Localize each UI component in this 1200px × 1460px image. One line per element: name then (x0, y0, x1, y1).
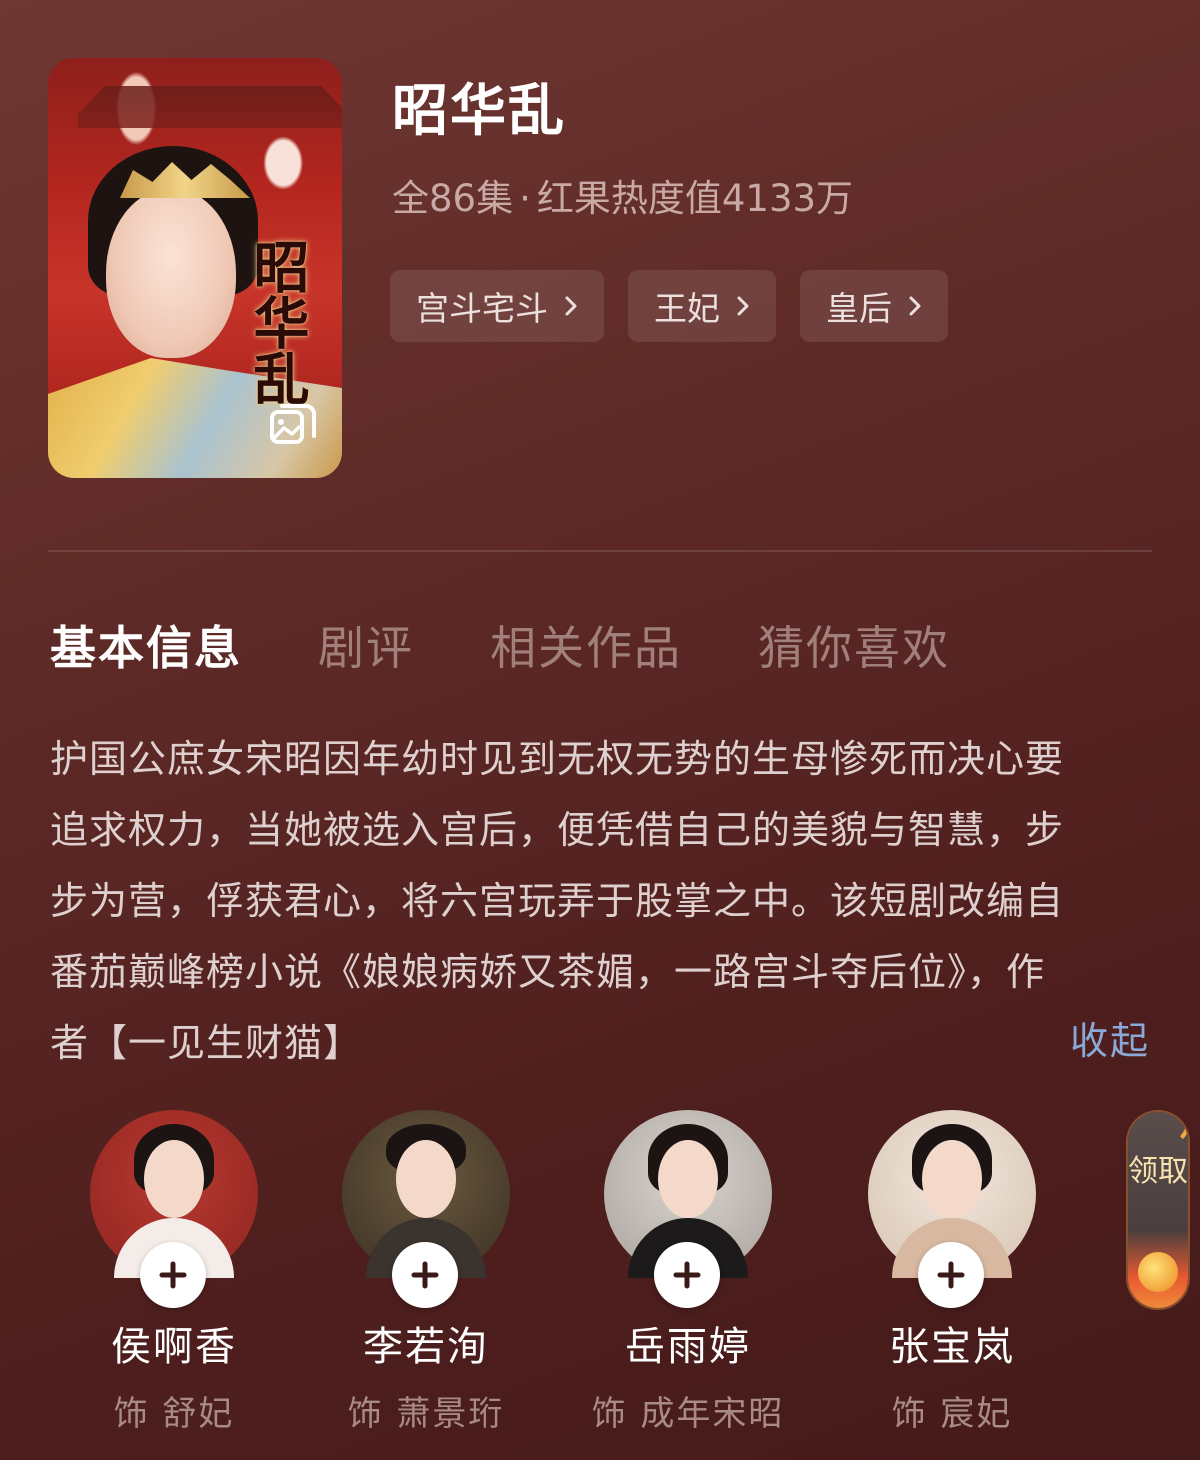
progress-ring-icon (1142, 1112, 1188, 1146)
tag-label: 皇后 (826, 289, 892, 328)
cast-name: 李若洵 (363, 1324, 489, 1370)
cast-role: 饰 舒妃 (113, 1394, 235, 1434)
episode-count: 全86集 (392, 177, 514, 220)
poster-title-calligraphy: 昭华乱 (244, 238, 310, 406)
plus-icon (673, 1261, 701, 1289)
synopsis-line: 者【一见生财猫】 (50, 1021, 363, 1065)
plus-icon (159, 1261, 187, 1289)
synopsis-line: 护国公庶女宋昭因年幼时见到无权无势的生母惨死而决心要 (50, 737, 1065, 781)
follow-button[interactable] (140, 1242, 206, 1308)
genre-tags: 宫斗宅斗 王妃 皇后 (390, 270, 948, 342)
tag-label: 宫斗宅斗 (416, 289, 548, 328)
cast-role: 饰 宸妃 (891, 1394, 1013, 1434)
synopsis-line: 追求权力，当她被选入宫后，便凭借自己的美貌与智慧，步 (50, 808, 1065, 852)
avatar[interactable] (868, 1110, 1036, 1308)
heat-value: 红果热度值4133万 (536, 177, 854, 220)
reward-claim-widget[interactable]: 领取 (1128, 1112, 1188, 1308)
gallery-icon[interactable] (268, 400, 318, 450)
cast-role: 饰 成年宋昭 (591, 1394, 785, 1434)
synopsis-line: 番茄巅峰榜小说《娘娘病娇又茶媚，一路宫斗夺后位》，作 (50, 950, 1046, 994)
cast-member[interactable]: 张宝岚 饰 宸妃 (822, 1110, 1082, 1435)
avatar[interactable] (342, 1110, 510, 1308)
drama-poster[interactable]: 昭华乱 (48, 58, 342, 478)
avatar-face (658, 1140, 718, 1218)
cast-name: 岳雨婷 (625, 1324, 751, 1370)
detail-tabs: 基本信息 剧评 相关作品 猜你喜欢 (50, 612, 1026, 678)
tag-label: 王妃 (654, 289, 720, 328)
gold-coin-icon (1138, 1252, 1178, 1292)
cast-member[interactable]: 李若洵 饰 萧景珩 (296, 1110, 556, 1435)
tag-gongdou[interactable]: 宫斗宅斗 (390, 270, 604, 342)
tab-recommendations[interactable]: 猜你喜欢 (758, 612, 950, 678)
avatar-face (396, 1140, 456, 1218)
poster-palace-roof (78, 86, 342, 128)
drama-meta: 全86集 · 红果热度值4133万 (392, 168, 853, 222)
reward-label: 领取 (1128, 1154, 1188, 1189)
chevron-right-icon (909, 296, 921, 316)
chevron-right-icon (737, 296, 749, 316)
cast-name: 张宝岚 (889, 1324, 1015, 1370)
avatar[interactable] (604, 1110, 772, 1308)
tag-huanghou[interactable]: 皇后 (800, 270, 948, 342)
cast-member[interactable]: 侯啊香 饰 舒妃 (44, 1110, 304, 1435)
section-divider (48, 550, 1152, 552)
synopsis-text: 护国公庶女宋昭因年幼时见到无权无势的生母惨死而决心要 追求权力，当她被选入宫后，… (50, 724, 1154, 1079)
tab-basic-info[interactable]: 基本信息 (50, 612, 242, 678)
follow-button[interactable] (918, 1242, 984, 1308)
tab-reviews[interactable]: 剧评 (318, 612, 414, 678)
avatar-face (922, 1140, 982, 1218)
avatar[interactable] (90, 1110, 258, 1308)
collapse-link[interactable]: 收起 (1070, 1010, 1150, 1065)
cast-list: 侯啊香 饰 舒妃 李若洵 饰 萧景珩 岳雨婷 饰 成年宋昭 张宝岚 饰 宸妃 (0, 1110, 1200, 1460)
synopsis-line: 步为营，俘获君心，将六宫玩弄于股掌之中。该短剧改编自 (50, 879, 1065, 923)
follow-button[interactable] (654, 1242, 720, 1308)
drama-title: 昭华乱 (392, 79, 566, 144)
poster-face (106, 188, 236, 358)
tag-wangfei[interactable]: 王妃 (628, 270, 776, 342)
cast-role: 饰 萧景珩 (347, 1394, 505, 1434)
meta-separator: · (519, 177, 531, 220)
cast-name: 侯啊香 (111, 1324, 237, 1370)
avatar-face (144, 1140, 204, 1218)
cast-member[interactable]: 岳雨婷 饰 成年宋昭 (558, 1110, 818, 1435)
follow-button[interactable] (392, 1242, 458, 1308)
chevron-right-icon (565, 296, 577, 316)
plus-icon (937, 1261, 965, 1289)
tab-related-works[interactable]: 相关作品 (490, 612, 682, 678)
plus-icon (411, 1261, 439, 1289)
